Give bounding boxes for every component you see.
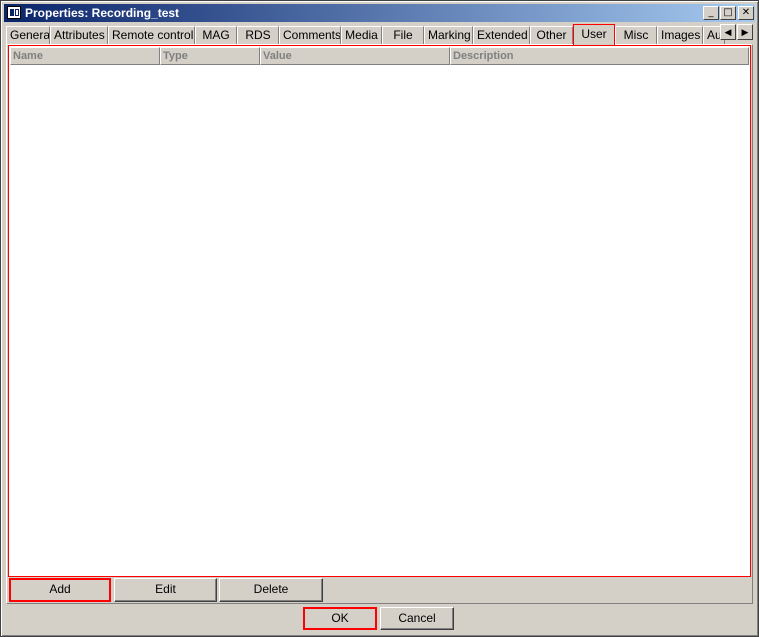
tab-attributes[interactable]: Attributes (50, 26, 108, 44)
column-type[interactable]: Type (160, 47, 260, 65)
maximize-button[interactable]: □ (720, 6, 736, 20)
tab-scroll-right-icon[interactable]: ▶ (737, 24, 753, 40)
title-bar[interactable]: Properties: Recording_test _ □ ✕ (4, 4, 755, 22)
tab-remote-control[interactable]: Remote control (108, 26, 195, 44)
list-header: Name Type Value Description (10, 47, 749, 65)
edit-button[interactable]: Edit (114, 578, 217, 602)
column-name[interactable]: Name (10, 47, 160, 65)
minimize-button[interactable]: _ (703, 6, 719, 20)
tab-misc[interactable]: Misc (615, 26, 657, 44)
column-value[interactable]: Value (260, 47, 450, 65)
ok-button[interactable]: OK (303, 607, 377, 630)
window-icon (7, 6, 21, 19)
user-properties-list[interactable]: Name Type Value Description (8, 45, 751, 577)
close-button[interactable]: ✕ (738, 6, 754, 20)
add-button[interactable]: Add (9, 578, 111, 602)
tab-strip: General Attributes Remote control MAG RD… (6, 24, 726, 46)
tab-scroll-left-icon[interactable]: ◀ (720, 24, 736, 40)
window-title: Properties: Recording_test (25, 6, 180, 20)
tab-images[interactable]: Images (657, 26, 703, 44)
cancel-button[interactable]: Cancel (380, 607, 454, 630)
tab-rds[interactable]: RDS (237, 26, 279, 44)
tab-comments[interactable]: Comments (279, 26, 341, 44)
delete-button[interactable]: Delete (219, 578, 323, 602)
tab-user[interactable]: User (573, 24, 615, 46)
tab-extended[interactable]: Extended (473, 26, 530, 44)
tab-mag[interactable]: MAG (195, 26, 237, 44)
tab-other[interactable]: Other (530, 26, 573, 44)
column-description[interactable]: Description (450, 47, 749, 65)
tab-marking[interactable]: Marking (424, 26, 473, 44)
tab-general[interactable]: General (6, 26, 50, 44)
tab-media[interactable]: Media (341, 26, 382, 44)
tab-file[interactable]: File (382, 26, 424, 44)
